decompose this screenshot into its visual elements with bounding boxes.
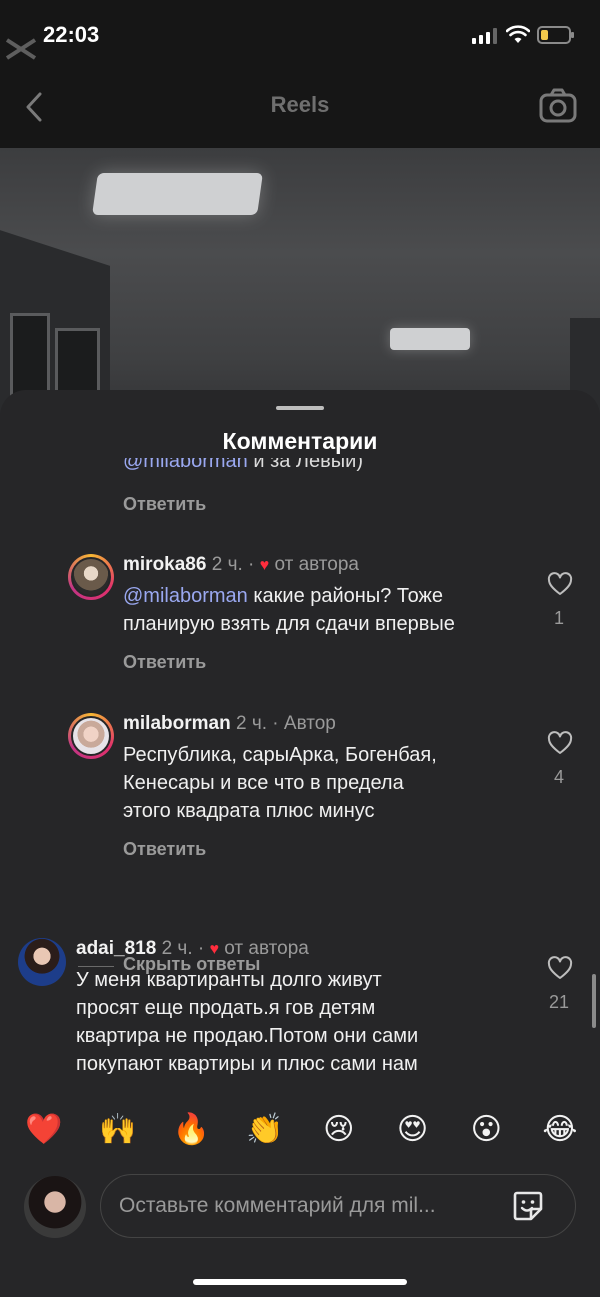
- home-indicator[interactable]: [193, 1279, 407, 1285]
- comment-text: @milaborman какие районы? Тоже планирую …: [123, 585, 455, 635]
- like-heart-icon[interactable]: [547, 731, 573, 755]
- mention-link[interactable]: @milaborman: [123, 585, 248, 607]
- comments-list[interactable]: @milaborman и за Левый) Ответить miroka8…: [0, 458, 600, 1088]
- comment-username[interactable]: miroka86: [123, 554, 206, 575]
- page-title: Reels: [270, 92, 330, 117]
- like-count: 4: [553, 767, 564, 787]
- mention-link[interactable]: @milaborman: [123, 458, 248, 472]
- heart-icon: ♥: [259, 557, 270, 574]
- emoji-heart-button[interactable]: ❤️: [24, 1110, 64, 1154]
- comment-text: У меня квартиранты долго живут просят ещ…: [76, 969, 419, 1075]
- reply-button[interactable]: Ответить: [123, 839, 206, 860]
- user-avatar: [24, 1176, 86, 1238]
- liked-by-author-label: от автора: [274, 554, 360, 575]
- comments-sheet: Комментарии @milaborman и за Левый) Отве…: [0, 390, 600, 1297]
- heart-icon: ♥: [209, 941, 220, 958]
- comment-composer: [100, 1174, 576, 1238]
- comment-text-cutoff: @milaborman и за Левый): [123, 458, 363, 473]
- author-label: Автор: [283, 713, 336, 734]
- like-heart-icon[interactable]: [547, 572, 573, 596]
- sheet-drag-handle[interactable]: [276, 406, 324, 410]
- like-count: 1: [553, 608, 564, 628]
- avatar[interactable]: [68, 554, 114, 600]
- wifi-icon: [506, 25, 530, 43]
- nav-header: Reels: [0, 70, 600, 148]
- status-bar: 22:03: [0, 0, 600, 70]
- sheet-title: Комментарии: [222, 428, 378, 454]
- video-ceiling-lamp: [390, 328, 470, 350]
- emoji-surprised-button[interactable]: 😮: [466, 1110, 506, 1154]
- avatar[interactable]: [68, 713, 114, 759]
- comment-text: Республика, сарыАрка, Богенбая, Кенесары…: [123, 744, 437, 822]
- like-heart-icon[interactable]: [547, 956, 573, 980]
- emoji-heart-eyes-button[interactable]: 😍: [393, 1110, 433, 1154]
- battery-icon: [537, 26, 574, 44]
- capcut-watermark-icon: [5, 38, 37, 60]
- sticker-icon[interactable]: [511, 1189, 545, 1223]
- emoji-laughing-button[interactable]: 😂: [540, 1110, 580, 1154]
- camera-icon[interactable]: [538, 86, 578, 126]
- comment-time: 2 ч.: [235, 713, 268, 734]
- avatar[interactable]: [18, 938, 66, 986]
- scrollbar[interactable]: [592, 974, 596, 1028]
- cellular-signal-icon: [472, 28, 497, 44]
- comment-time: 2 ч.: [161, 938, 193, 959]
- emoji-crying-button[interactable]: 😢: [319, 1110, 359, 1154]
- comment-input[interactable]: [119, 1175, 499, 1237]
- emoji-fire-button[interactable]: 🔥: [171, 1110, 211, 1154]
- like-count: 21: [548, 992, 570, 1012]
- reply-button[interactable]: Ответить: [123, 652, 206, 673]
- comment-username[interactable]: adai_818: [76, 938, 156, 959]
- video-ceiling-lamp: [92, 173, 263, 215]
- emoji-clap-button[interactable]: 👏: [245, 1110, 285, 1154]
- status-time: 22:03: [43, 22, 100, 47]
- comment-username[interactable]: milaborman: [123, 713, 231, 734]
- emoji-raised-hands-button[interactable]: 🙌: [98, 1110, 138, 1154]
- liked-by-author-label: от автора: [224, 938, 309, 959]
- comment-time: 2 ч.: [211, 554, 243, 575]
- reply-button[interactable]: Ответить: [123, 494, 206, 515]
- emoji-reactions-bar: ❤️ 🙌 🔥 👏 😢 😍 😮 😂: [0, 1110, 600, 1154]
